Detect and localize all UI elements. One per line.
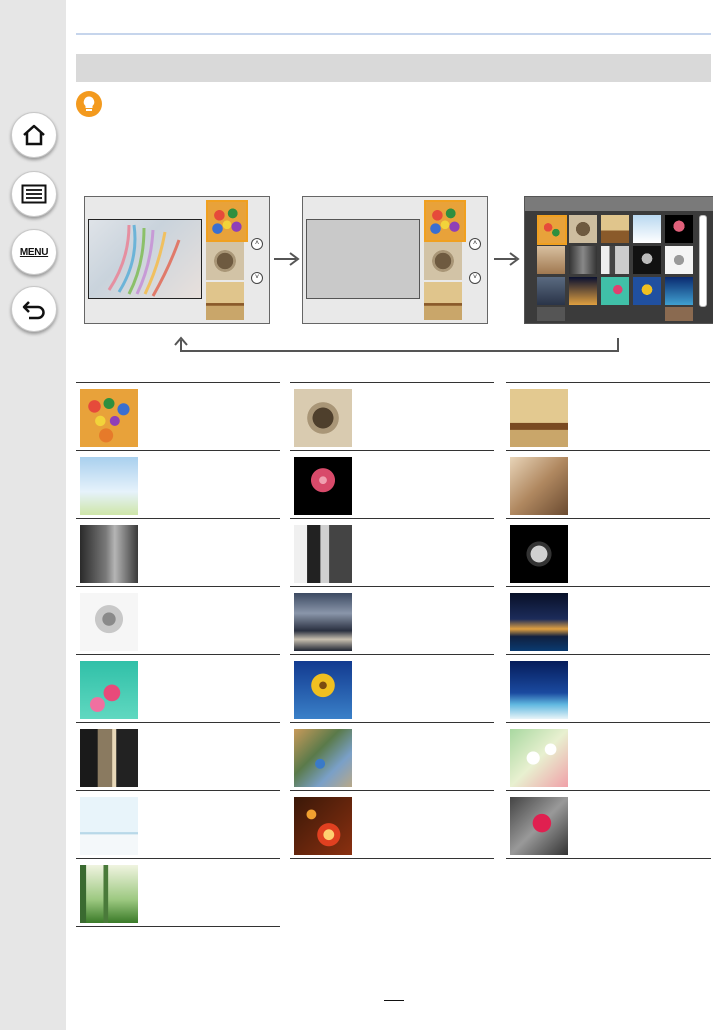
home-icon — [23, 124, 45, 146]
sample-image-dandelions — [510, 729, 568, 787]
list-icon — [21, 184, 47, 204]
sample-image-window — [80, 797, 138, 855]
preview-image — [107, 224, 181, 297]
grid-cell-window — [76, 790, 280, 859]
scroll-up-button[interactable]: ˄ — [469, 238, 481, 250]
menu-label: MENU — [19, 246, 49, 258]
grid-cell-daisies — [76, 450, 280, 519]
sample-image-swing-girls — [510, 457, 568, 515]
contents-button[interactable] — [11, 171, 57, 217]
grid-thumb-gerbera[interactable] — [665, 215, 693, 243]
sample-image-tree — [80, 593, 138, 651]
sample-image-cosmos — [80, 661, 138, 719]
grid-thumb-swing-girls[interactable] — [537, 246, 565, 274]
sample-image-forest — [80, 865, 138, 923]
grid-thumb-tree[interactable] — [665, 246, 693, 274]
scroll-up-button[interactable]: ˄ — [251, 238, 263, 250]
grid-cell-candle — [290, 790, 494, 859]
grid-rule — [506, 858, 711, 859]
grid-cell-cosmos — [76, 654, 280, 723]
sample-image-daisies — [80, 457, 138, 515]
arrow-right-icon — [274, 252, 300, 266]
grid-cell-chair — [506, 382, 710, 451]
thumb-chair[interactable] — [424, 282, 462, 320]
page-number-rule — [384, 1000, 404, 1001]
grid-cell-cloudy-harbor — [290, 586, 494, 655]
sample-image-cloudy-harbor — [294, 593, 352, 651]
grid-thumb-cloudy-harbor[interactable] — [537, 277, 565, 305]
lightbulb-icon — [83, 96, 95, 111]
screen-preview-gray: ˄ ˅ — [302, 196, 488, 324]
thumb-pocket-watch[interactable] — [424, 242, 462, 280]
grid-cell-buildings — [290, 518, 494, 587]
thumb-candies[interactable] — [424, 200, 466, 242]
grid-cell-tree — [76, 586, 280, 655]
grid-thumb-alley[interactable] — [537, 307, 565, 321]
home-button[interactable] — [11, 112, 57, 158]
grid-header-bar — [525, 197, 713, 211]
sample-image-sunflower — [294, 661, 352, 719]
grid-cell-street — [76, 518, 280, 587]
grid-thumb-candies[interactable] — [537, 215, 567, 245]
sample-image-buildings — [294, 525, 352, 583]
sample-image-street — [80, 525, 138, 583]
grid-scrollbar[interactable] — [699, 215, 707, 307]
section-heading-bar — [76, 54, 711, 82]
arrow-right-icon — [494, 252, 520, 266]
grid-rule — [76, 926, 280, 927]
preview-frame — [88, 219, 202, 299]
header-rule — [76, 33, 711, 35]
grid-cell-bell — [506, 518, 710, 587]
sample-image-candle — [294, 797, 352, 855]
grid-thumb-daisies[interactable] — [633, 215, 661, 243]
scroll-down-button[interactable]: ˅ — [251, 272, 263, 284]
sample-image-candies — [80, 389, 138, 447]
grid-cell-gerbera — [290, 450, 494, 519]
grid-thumb-palm[interactable] — [665, 277, 693, 305]
sidebar: MENU — [0, 0, 66, 1030]
grid-rule — [290, 858, 494, 859]
sample-image-toy-city — [294, 729, 352, 787]
sample-image-palm — [510, 661, 568, 719]
grid-thumb-street[interactable] — [569, 246, 597, 274]
sample-image-gerbera — [294, 457, 352, 515]
grid-cell-night-city — [506, 586, 710, 655]
sample-image-chair — [510, 389, 568, 447]
back-icon — [22, 301, 45, 320]
preview-placeholder — [306, 219, 420, 299]
grid-thumb-chair[interactable] — [601, 215, 629, 243]
grid-thumb-buildings[interactable] — [601, 246, 629, 274]
grid-cell-toy-city — [290, 722, 494, 791]
grid-cell-sunflower — [290, 654, 494, 723]
thumb-candies[interactable] — [206, 200, 248, 242]
sample-image-pocket-watch — [294, 389, 352, 447]
grid-cell-red-flower — [506, 790, 710, 859]
grid-cell-swing-girls — [506, 450, 710, 519]
tip-badge — [76, 91, 102, 117]
grid-cell-palm — [506, 654, 710, 723]
sample-image-red-flower — [510, 797, 568, 855]
grid-thumb-sunflower[interactable] — [633, 277, 661, 305]
grid-thumb-pocket-watch[interactable] — [569, 215, 597, 243]
thumb-pocket-watch[interactable] — [206, 242, 244, 280]
grid-cell-candies — [76, 382, 280, 451]
return-arrow-icon — [174, 336, 619, 352]
back-button[interactable] — [11, 286, 57, 332]
menu-button[interactable]: MENU — [11, 229, 57, 275]
grid-cell-alley — [76, 722, 280, 791]
thumb-chair[interactable] — [206, 282, 244, 320]
sample-image-bell — [510, 525, 568, 583]
scroll-down-button[interactable]: ˅ — [469, 272, 481, 284]
grid-cell-forest — [76, 858, 280, 927]
screen-thumbnail-grid — [524, 196, 713, 324]
grid-thumb-cosmos[interactable] — [601, 277, 629, 305]
grid-cell-dandelions — [506, 722, 710, 791]
sample-image-night-city — [510, 593, 568, 651]
grid-thumb-next[interactable] — [665, 307, 693, 321]
grid-cell-pocket-watch — [290, 382, 494, 451]
sample-image-alley — [80, 729, 138, 787]
screen-preview-selected: ˄ ˅ — [84, 196, 270, 324]
grid-thumb-night-city[interactable] — [569, 277, 597, 305]
grid-thumb-bell[interactable] — [633, 246, 661, 274]
